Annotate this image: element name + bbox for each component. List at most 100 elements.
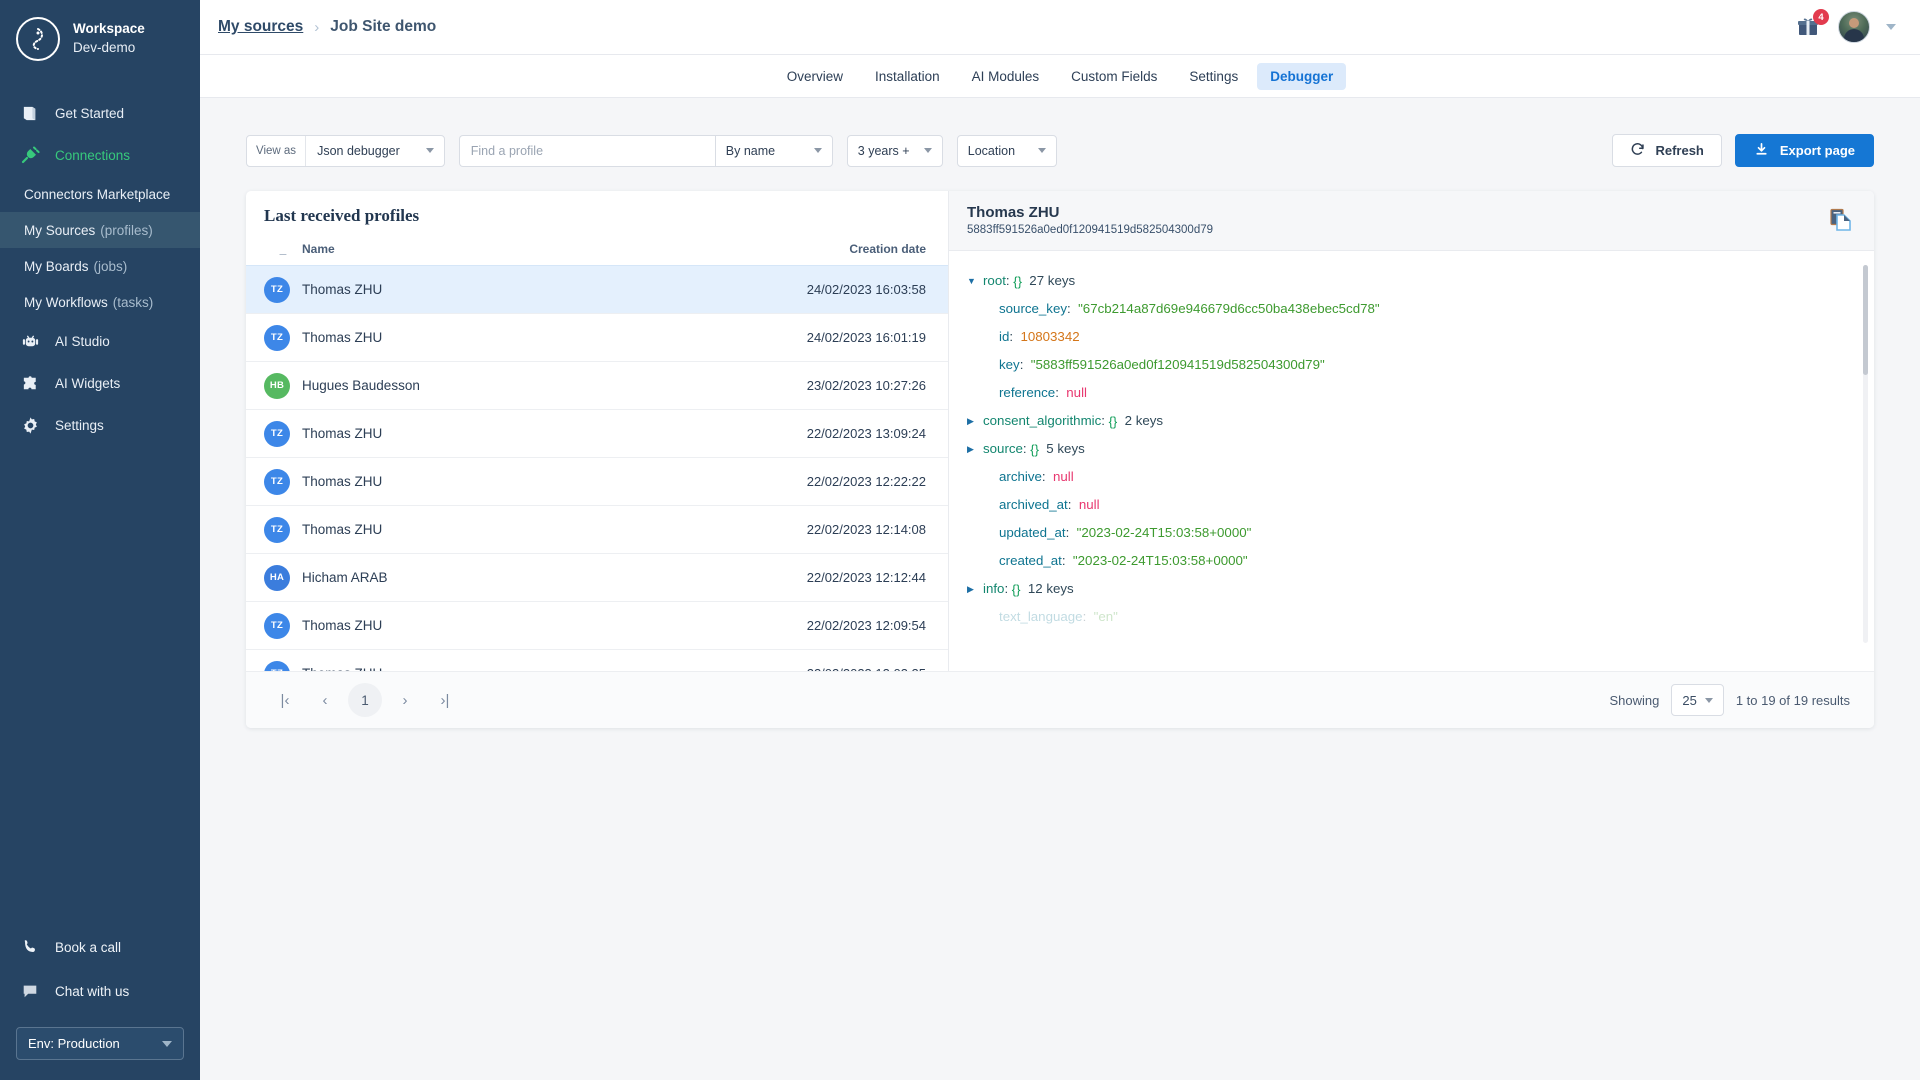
json-row[interactable]: ▼root: {} 27 keys [967,267,1874,295]
sidebar-item-my-boards[interactable]: My Boards (jobs) [0,248,200,284]
detail-header: Thomas ZHU 5883ff591526a0ed0f120941519d5… [949,191,1874,251]
chat-with-us-link[interactable]: Chat with us [0,969,200,1013]
sidebar-label: Chat with us [55,984,129,999]
table-row[interactable]: HAHicham ARAB22/02/2023 12:12:44 [246,553,948,601]
column-header-name[interactable]: Name [302,242,849,256]
chevron-right-icon[interactable]: ▶ [967,585,983,594]
table-row[interactable]: TZThomas ZHU24/02/2023 16:03:58 [246,265,948,313]
robot-icon [19,330,41,352]
json-key: source_key [999,302,1067,315]
chevron-down-icon[interactable]: ▼ [967,277,983,286]
table-row[interactable]: TZThomas ZHU22/02/2023 12:09:54 [246,601,948,649]
table-row[interactable]: TZThomas ZHU22/02/2023 12:22:22 [246,457,948,505]
sidebar-label: Connections [55,148,130,163]
json-brace: {} [1027,443,1039,456]
tab-installation[interactable]: Installation [862,63,953,90]
search-input-wrap[interactable] [459,135,715,167]
table-row[interactable]: HBHugues Baudesson23/02/2023 10:27:26 [246,361,948,409]
sidebar-bottom: Book a call Chat with us Env: Production [0,925,200,1080]
tab-overview[interactable]: Overview [774,63,856,90]
json-key-count: 27 keys [1022,274,1075,287]
sidebar-label: My Boards [24,259,89,274]
pagination-page-1[interactable]: 1 [348,683,382,717]
export-page-button[interactable]: Export page [1735,134,1874,167]
puzzle-icon [19,372,41,394]
chevron-down-icon[interactable] [1886,24,1896,30]
search-sort-group: By name [459,135,833,167]
sidebar-label: Get Started [55,106,124,121]
json-key: archive [999,470,1042,483]
column-header-creation-date[interactable]: Creation date [849,242,926,256]
profile-creation-date: 22/02/2023 12:22:22 [807,474,926,489]
chevron-right-icon[interactable]: ▶ [967,417,983,426]
pagination-first[interactable]: |‹ [268,683,302,717]
sidebar-item-ai-studio[interactable]: AI Studio [0,320,200,362]
per-page-select[interactable]: 25 [1671,684,1723,716]
avatar: TZ [264,325,290,351]
gift-button[interactable]: 4 [1796,14,1822,40]
json-row[interactable]: ▶consent_algorithmic: {} 2 keys [967,407,1874,435]
showing-label: Showing [1609,693,1659,708]
avatar[interactable] [1838,11,1870,43]
sidebar-item-connectors-marketplace[interactable]: Connectors Marketplace [0,176,200,212]
json-key: created_at [999,554,1062,567]
breadcrumb-my-sources[interactable]: My sources [218,18,303,36]
filter-toolbar: View as Json debugger By name [246,134,1874,167]
json-row[interactable]: ▶info: {} 12 keys [967,575,1874,603]
book-icon [19,102,41,124]
table-row[interactable]: TZThomas ZHU24/02/2023 16:01:19 [246,313,948,361]
location-select[interactable]: Location [957,135,1057,167]
refresh-button[interactable]: Refresh [1612,134,1721,167]
view-as-control[interactable]: View as Json debugger [246,135,445,167]
sort-value: By name [726,144,775,158]
tab-custom-fields[interactable]: Custom Fields [1058,63,1170,90]
sidebar-item-my-sources[interactable]: My Sources (profiles) [0,212,200,248]
view-as-select[interactable]: Json debugger [306,144,444,158]
pagination: |‹ ‹ 1 › ›| [268,683,462,717]
json-row: archived_at: null [967,491,1874,519]
json-scrollbar-thumb[interactable] [1863,265,1868,375]
table-row[interactable]: TZThomas ZHU22/02/2023 13:09:24 [246,409,948,457]
chevron-down-icon [426,148,434,153]
json-row: reference: null [967,379,1874,407]
toolbar-actions: Refresh Export page [1612,134,1874,167]
sidebar-label: My Sources [24,223,95,238]
chevron-right-icon[interactable]: ▶ [967,445,983,454]
pagination-next[interactable]: › [388,683,422,717]
copy-icon[interactable] [1830,204,1852,237]
pagination-last[interactable]: ›| [428,683,462,717]
avatar: TZ [264,277,290,303]
profile-creation-date: 22/02/2023 12:09:54 [807,618,926,633]
sidebar-item-ai-widgets[interactable]: AI Widgets [0,362,200,404]
column-header-dash[interactable]: _ [264,242,302,256]
sidebar-label: Connectors Marketplace [24,187,170,202]
sidebar-item-connections[interactable]: Connections [0,134,200,176]
search-input[interactable] [471,144,704,158]
tab-settings[interactable]: Settings [1176,63,1251,90]
period-select[interactable]: 3 years + [847,135,943,167]
json-row[interactable]: ▶source: {} 5 keys [967,435,1874,463]
env-selector[interactable]: Env: Production [16,1027,184,1060]
profile-creation-date: 22/02/2023 12:14:08 [807,522,926,537]
main-area: My sources › Job Site demo 4 [200,0,1920,1080]
json-value: null [1046,470,1074,483]
sidebar-label-muted: (profiles) [100,223,153,238]
tab-ai-modules[interactable]: AI Modules [959,63,1053,90]
pagination-prev[interactable]: ‹ [308,683,342,717]
table-row[interactable]: TZThomas ZHU22/02/2023 12:03:25 [246,649,948,671]
json-row: key: "5883ff591526a0ed0f120941519d582504… [967,351,1874,379]
detail-pane: Thomas ZHU 5883ff591526a0ed0f120941519d5… [949,191,1874,671]
book-a-call-link[interactable]: Book a call [0,925,200,969]
sidebar-item-my-workflows[interactable]: My Workflows (tasks) [0,284,200,320]
sidebar-item-get-started[interactable]: Get Started [0,92,200,134]
sort-select[interactable]: By name [715,135,833,167]
sidebar-label-muted: (tasks) [113,295,154,310]
json-row: text_language: "en" [967,603,1874,631]
profiles-title: Last received profiles [264,206,948,226]
sidebar-item-settings[interactable]: Settings [0,404,200,446]
workspace-block[interactable]: Workspace Dev-demo [0,0,200,78]
json-row: id: 10803342 [967,323,1874,351]
json-key: info [983,582,1004,595]
tab-debugger[interactable]: Debugger [1257,63,1346,90]
table-row[interactable]: TZThomas ZHU22/02/2023 12:14:08 [246,505,948,553]
